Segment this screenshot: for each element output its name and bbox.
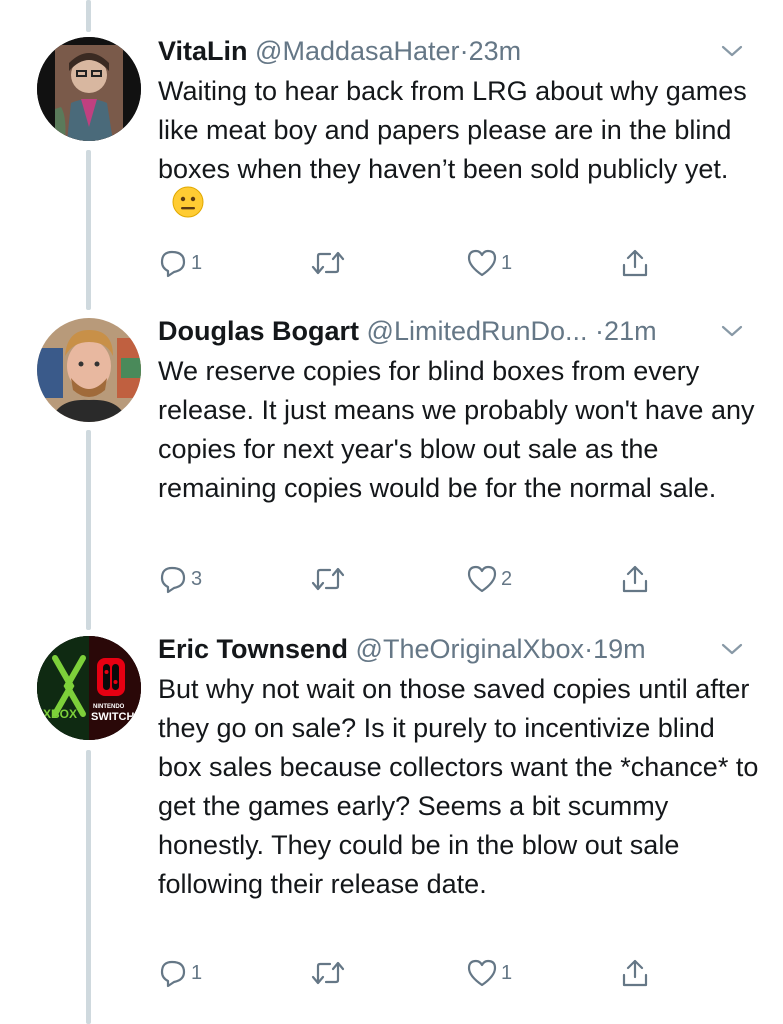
reply-button[interactable]: 1 xyxy=(158,956,202,990)
avatar[interactable]: XBOX NINTENDO SWITCH xyxy=(37,636,141,740)
share-icon xyxy=(622,249,648,277)
neutral-face-emoji xyxy=(172,186,204,229)
share-icon xyxy=(622,959,648,987)
reply-count: 1 xyxy=(191,251,203,274)
reply-count: 3 xyxy=(191,567,203,590)
thread-line-2 xyxy=(86,430,91,630)
retweet-button[interactable] xyxy=(310,246,346,280)
chevron-down-icon[interactable] xyxy=(719,38,745,64)
share-button[interactable] xyxy=(620,246,650,280)
like-count: 1 xyxy=(501,961,513,984)
like-count: 2 xyxy=(501,567,513,590)
tweet-header: Eric Townsend @TheOriginalXbox·19m xyxy=(158,634,763,664)
reply-count: 1 xyxy=(191,961,203,984)
retweet-icon xyxy=(311,567,345,591)
retweet-icon xyxy=(311,251,345,275)
thread-line-3 xyxy=(86,750,91,1024)
timestamp[interactable]: 19m xyxy=(593,634,646,664)
thread-line-top xyxy=(86,0,91,32)
share-button[interactable] xyxy=(620,562,650,596)
like-button[interactable]: 2 xyxy=(466,562,512,596)
tweet-actions: 3 2 xyxy=(158,562,678,596)
tweet-text: But why not wait on those saved copies u… xyxy=(158,670,763,904)
avatar[interactable] xyxy=(37,318,141,422)
chevron-down-icon[interactable] xyxy=(719,636,745,662)
tweet-header: Douglas Bogart @LimitedRunDo... ·21m xyxy=(158,316,763,346)
share-button[interactable] xyxy=(620,956,650,990)
reply-button[interactable]: 3 xyxy=(158,562,202,596)
heart-icon xyxy=(467,959,497,987)
tweet-actions: 1 1 xyxy=(158,956,678,990)
chevron-down-icon[interactable] xyxy=(719,318,745,344)
separator-dot: · xyxy=(595,316,605,346)
like-button[interactable]: 1 xyxy=(466,246,512,280)
separator-dot: · xyxy=(584,634,594,664)
display-name[interactable]: Douglas Bogart xyxy=(158,316,359,346)
avatar-xbox-label: XBOX xyxy=(43,707,77,721)
display-name[interactable]: VitaLin xyxy=(158,36,248,66)
retweet-button[interactable] xyxy=(310,956,346,990)
retweet-button[interactable] xyxy=(310,562,346,596)
tweet-text: Waiting to hear back from LRG about why … xyxy=(158,72,763,232)
display-name[interactable]: Eric Townsend xyxy=(158,634,348,664)
timestamp[interactable]: 21m xyxy=(604,316,657,346)
avatar-switch-label: SWITCH xyxy=(91,711,134,723)
tweet-text-content: Waiting to hear back from LRG about why … xyxy=(158,76,747,184)
thread-line-1 xyxy=(86,150,91,310)
reply-button[interactable]: 1 xyxy=(158,246,202,280)
user-handle[interactable]: @MaddasaHater xyxy=(255,36,460,66)
share-icon xyxy=(622,565,648,593)
avatar-nintendo-label: NINTENDO xyxy=(93,704,125,710)
user-handle[interactable]: @TheOriginalXbox xyxy=(356,634,585,664)
like-count: 1 xyxy=(501,251,513,274)
timestamp[interactable]: 23m xyxy=(469,36,522,66)
reply-icon xyxy=(160,250,186,278)
heart-icon xyxy=(467,565,497,593)
reply-icon xyxy=(160,566,186,594)
tweet-header: VitaLin @MaddasaHater·23m xyxy=(158,36,763,66)
separator-dot: · xyxy=(459,36,469,66)
like-button[interactable]: 1 xyxy=(466,956,512,990)
retweet-icon xyxy=(311,961,345,985)
tweet-text-content: But why not wait on those saved copies u… xyxy=(158,674,759,899)
user-handle[interactable]: @LimitedRunDo... xyxy=(367,316,588,346)
heart-icon xyxy=(467,249,497,277)
reply-icon xyxy=(160,960,186,988)
tweet-text: We reserve copies for blind boxes from e… xyxy=(158,352,763,508)
tweet-actions: 1 1 xyxy=(158,246,678,280)
avatar[interactable] xyxy=(37,37,141,141)
tweet-text-content: We reserve copies for blind boxes from e… xyxy=(158,356,755,503)
